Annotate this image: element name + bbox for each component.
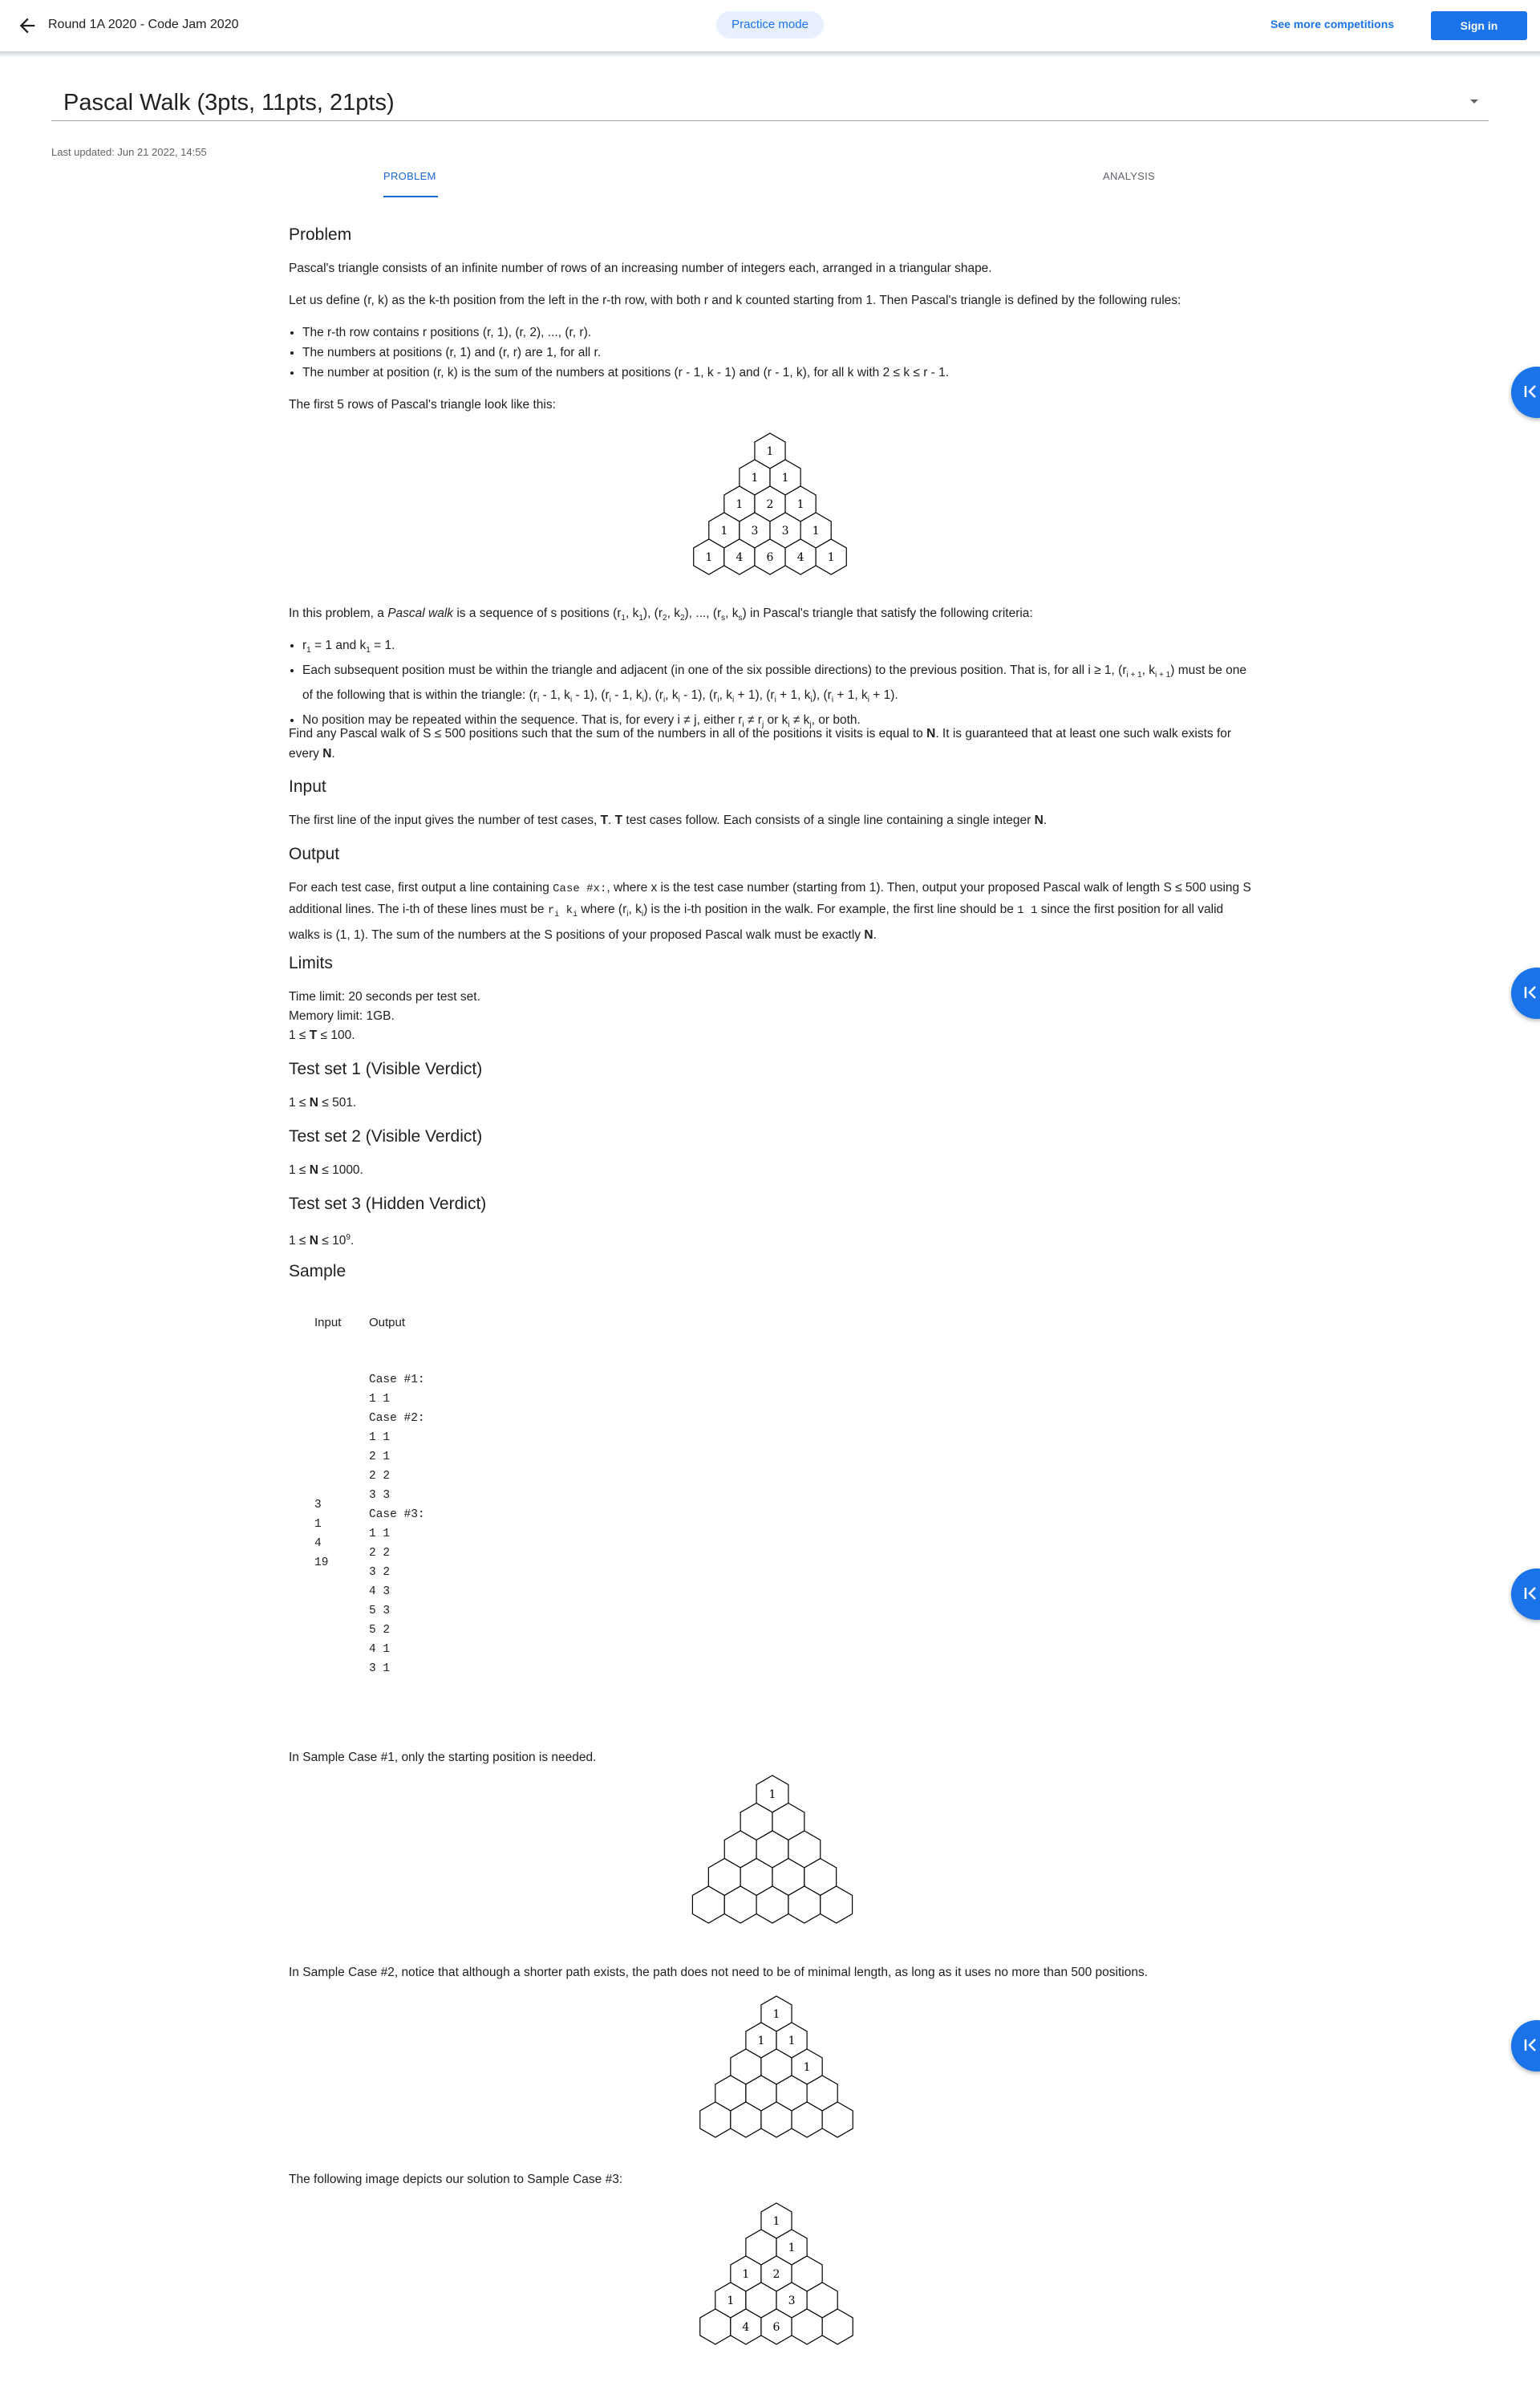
hex-value: 1 bbox=[788, 2035, 796, 2047]
constraint: 1 ≤ N ≤ 1000. bbox=[289, 1163, 363, 1177]
collapse-panel-button[interactable] bbox=[1511, 968, 1540, 1019]
sample-input[interactable]: 3 1 4 19 bbox=[314, 1495, 328, 1572]
list-item: The r-th row contains r positions (r, 1)… bbox=[302, 323, 1251, 343]
hex-value: 1 bbox=[773, 2215, 780, 2228]
section-heading-output: Output bbox=[289, 845, 340, 863]
last-updated: Last updated: Jun 21 2022, 14:55 bbox=[51, 146, 207, 158]
problem-title: Pascal Walk (3pts, 11pts, 21pts) bbox=[63, 90, 395, 116]
section-heading-test-set-3: Test set 3 (Hidden Verdict) bbox=[289, 1195, 487, 1213]
tab-problem[interactable]: PROBLEM bbox=[383, 170, 436, 182]
collapse-panel-button[interactable] bbox=[1511, 2020, 1540, 2072]
collapse-panel-button[interactable] bbox=[1511, 1568, 1540, 1620]
hex-value: 1 bbox=[782, 472, 789, 485]
paragraph: Let us define (r, k) as the k-th positio… bbox=[289, 294, 1181, 307]
sample-output-header: Output bbox=[369, 1316, 406, 1329]
hex-value: 2 bbox=[767, 498, 774, 511]
section-heading-limits: Limits bbox=[289, 954, 333, 972]
sample-2-figure: 1 1 1 1 bbox=[699, 1995, 853, 2138]
hex-value: 4 bbox=[736, 551, 743, 564]
paragraph: In Sample Case #2, notice that although … bbox=[289, 1966, 1149, 1979]
caret-down-icon bbox=[1470, 99, 1478, 103]
limit-line: Memory limit: 1GB. bbox=[289, 1009, 395, 1023]
section-heading-test-set-2: Test set 2 (Visible Verdict) bbox=[289, 1127, 483, 1146]
section-heading-sample: Sample bbox=[289, 1262, 346, 1280]
hex-value: 4 bbox=[742, 2321, 749, 2334]
hex-value: 1 bbox=[751, 472, 758, 485]
hex-value: 1 bbox=[736, 498, 743, 511]
hex-value: 3 bbox=[751, 525, 758, 538]
constraint: 1 ≤ N ≤ 109. bbox=[289, 1233, 355, 1248]
list-item: r1 = 1 and k1 = 1. bbox=[302, 635, 1251, 660]
sample-3-figure: 1 1 1 2 1 3 4 6 bbox=[699, 2202, 853, 2345]
hex-value: 1 bbox=[804, 2061, 811, 2074]
paragraph: For each test case, first output a line … bbox=[289, 881, 1251, 942]
top-app-bar: Round 1A 2020 - Code Jam 2020 Practice m… bbox=[0, 0, 1540, 51]
hex-value: 4 bbox=[797, 551, 804, 564]
hex-value: 2 bbox=[773, 2268, 780, 2281]
hex-value: 1 bbox=[797, 498, 804, 511]
app-title: Round 1A 2020 - Code Jam 2020 bbox=[48, 18, 239, 31]
collapse-left-icon bbox=[1524, 1587, 1536, 1600]
hex-value: 6 bbox=[767, 551, 774, 564]
hex-value: 1 bbox=[705, 551, 712, 564]
constraint: 1 ≤ N ≤ 501. bbox=[289, 1096, 357, 1110]
hex-value: 1 bbox=[769, 1788, 776, 1801]
active-tab-indicator bbox=[383, 196, 438, 197]
hex-value: 6 bbox=[773, 2321, 780, 2334]
hex-value: 1 bbox=[767, 445, 774, 458]
section-heading-input: Input bbox=[289, 777, 326, 796]
rules-list: The r-th row contains r positions (r, 1)… bbox=[289, 323, 1251, 383]
sample-input-header: Input bbox=[314, 1316, 342, 1329]
sign-in-button[interactable]: Sign in bbox=[1431, 11, 1527, 40]
app-bar-shadow bbox=[0, 51, 1540, 58]
paragraph: Find any Pascal walk of S ≤ 500 position… bbox=[289, 727, 1232, 761]
pascal-triangle-figure: 11 11 2 11 3 3 11 4 6 4 1 bbox=[693, 432, 847, 575]
hex-value: 1 bbox=[742, 2268, 749, 2281]
walk-criteria-list: r1 = 1 and k1 = 1. Each subsequent posit… bbox=[289, 635, 1251, 735]
paragraph: The first 5 rows of Pascal's triangle lo… bbox=[289, 398, 556, 412]
hex-value: 1 bbox=[727, 2295, 734, 2307]
limit-line: 1 ≤ T ≤ 100. bbox=[289, 1029, 355, 1042]
paragraph: In Sample Case #1, only the starting pos… bbox=[289, 1751, 597, 1764]
list-item: The number at position (r, k) is the sum… bbox=[302, 363, 1251, 383]
paragraph: The following image depicts our solution… bbox=[289, 2173, 623, 2186]
arrow-left-icon[interactable] bbox=[16, 14, 38, 37]
collapse-left-icon bbox=[1524, 2039, 1536, 2051]
problem-selector[interactable]: Pascal Walk (3pts, 11pts, 21pts) bbox=[51, 83, 1489, 121]
tab-analysis[interactable]: ANALYSIS bbox=[1103, 170, 1155, 182]
sample-output[interactable]: Case #1: 1 1 Case #2: 1 1 2 1 2 2 3 3 Ca… bbox=[369, 1370, 425, 1678]
hex-value: 1 bbox=[773, 2008, 780, 2021]
collapse-panel-button[interactable] bbox=[1511, 367, 1540, 418]
hex-value: 1 bbox=[720, 525, 727, 538]
walk-intro: In this problem, a Pascal walk is a sequ… bbox=[289, 607, 1033, 623]
collapse-left-icon bbox=[1524, 986, 1536, 999]
limit-line: Time limit: 20 seconds per test set. bbox=[289, 990, 480, 1004]
hex-value: 3 bbox=[782, 525, 789, 538]
practice-mode-badge: Practice mode bbox=[716, 11, 824, 39]
list-item: The numbers at positions (r, 1) and (r, … bbox=[302, 343, 1251, 363]
collapse-left-icon bbox=[1524, 385, 1536, 398]
hex-value: 1 bbox=[788, 2242, 796, 2254]
paragraph: The first line of the input gives the nu… bbox=[289, 814, 1048, 827]
paragraph: Pascal's triangle consists of an infinit… bbox=[289, 262, 992, 275]
section-heading-problem: Problem bbox=[289, 225, 352, 244]
hex-value: 1 bbox=[828, 551, 835, 564]
see-more-competitions-link[interactable]: See more competitions bbox=[1270, 18, 1394, 30]
hex-value: 3 bbox=[788, 2295, 796, 2307]
hex-value: 1 bbox=[813, 525, 820, 538]
hex-value: 1 bbox=[757, 2035, 764, 2047]
sample-1-figure: 1 bbox=[691, 1775, 853, 1924]
list-item: Each subsequent position must be within … bbox=[302, 660, 1251, 710]
section-heading-test-set-1: Test set 1 (Visible Verdict) bbox=[289, 1060, 483, 1078]
